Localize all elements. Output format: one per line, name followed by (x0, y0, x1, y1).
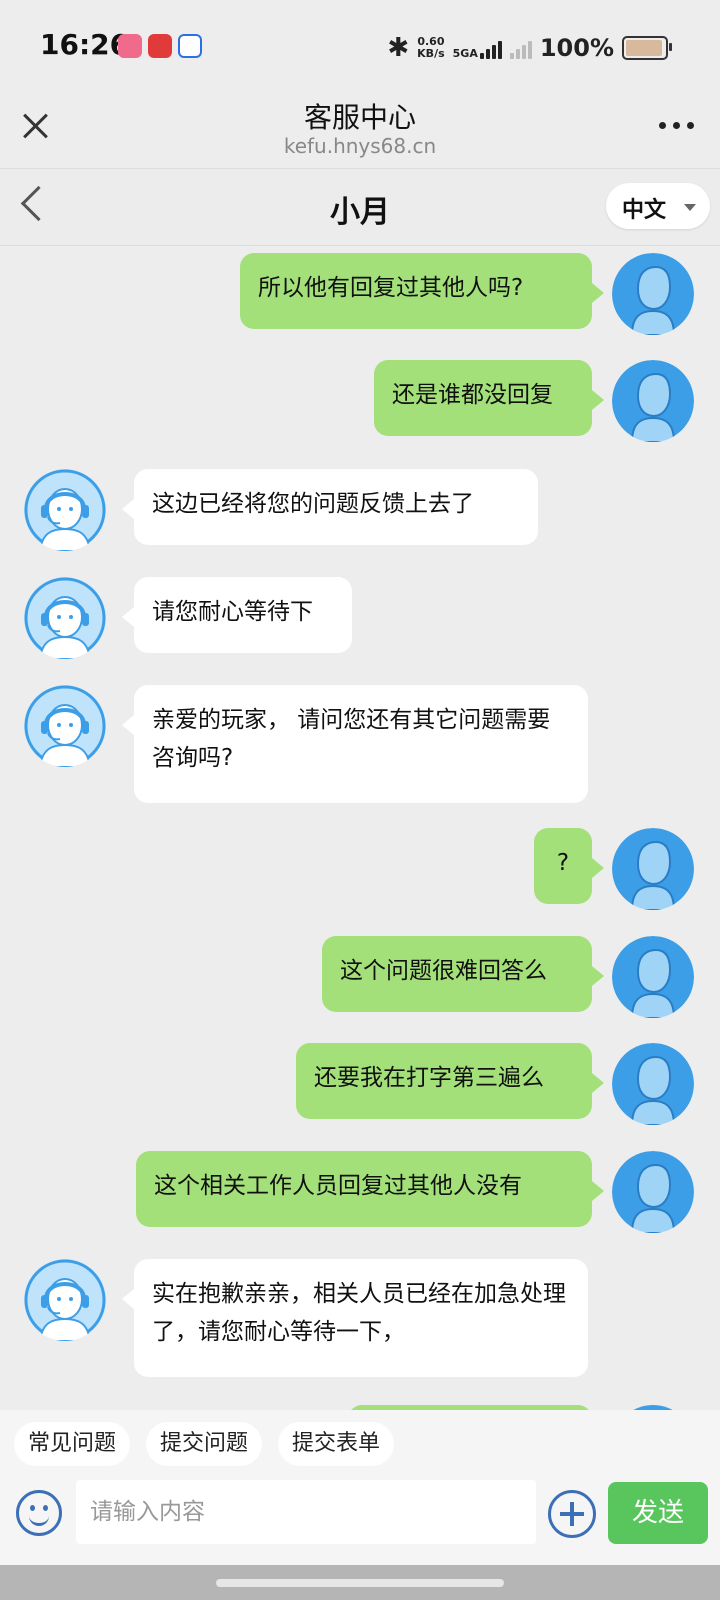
user-avatar-icon (612, 253, 694, 335)
language-selector[interactable]: 中文 (606, 183, 710, 229)
message-bubble: 还是谁都没回复 (374, 360, 604, 436)
web-header: 客服中心 kefu.hnys68.cn (0, 96, 720, 168)
agent-avatar-icon (24, 469, 106, 551)
browser-app-icon (178, 34, 202, 58)
page-url: kefu.hnys68.cn (283, 134, 437, 158)
send-button[interactable]: 发送 (608, 1482, 708, 1544)
network-type: 5GA (452, 47, 478, 60)
message-bubble: 这边已经将您的问题反馈上去了 (122, 469, 538, 545)
chevron-down-icon (684, 204, 696, 211)
message-bubble: 请您耐心等待下 (122, 577, 352, 653)
page-title: 客服中心 (303, 101, 416, 134)
agent-avatar-icon (24, 1259, 106, 1341)
gesture-area (0, 1565, 720, 1600)
battery-percent: 100% (539, 34, 614, 62)
composer-area: 常见问题 提交问题 提交表单 发送 (0, 1410, 720, 1565)
language-label: 中文 (622, 198, 667, 223)
network-speed: 0.60 KB/s (417, 36, 444, 60)
status-indicators: ✱ 0.60 KB/s 5GA 100% (387, 30, 672, 66)
user-avatar-icon (612, 1151, 694, 1233)
network-speed-unit: KB/s (417, 47, 445, 60)
message-input[interactable] (76, 1480, 536, 1544)
signal-bars-secondary-icon (509, 37, 532, 59)
quick-submit-form-button[interactable]: 提交表单 (278, 1422, 395, 1466)
add-attachment-icon[interactable] (548, 1490, 596, 1538)
chat-header: 小月 中文 (0, 168, 720, 246)
home-indicator[interactable] (216, 1579, 504, 1587)
message-bubble: 亲爱的玩家， 请问您还有其它问题需要咨询吗? (122, 685, 588, 803)
agent-avatar-icon (24, 685, 106, 767)
quick-submit-issue-button[interactable]: 提交问题 (146, 1422, 263, 1466)
agent-avatar-icon (24, 577, 106, 659)
status-bar: 16:26 ✱ 0.60 KB/s 5GA 100% (0, 0, 720, 96)
message-bubble: 所以他有回复过其他人吗? (240, 253, 604, 329)
status-time: 16:26 (40, 28, 130, 61)
user-avatar-icon (612, 828, 694, 910)
emoji-icon[interactable] (16, 1490, 62, 1536)
quick-faq-button[interactable]: 常见问题 (14, 1422, 131, 1466)
message-bubble: 还要我在打字第三遍么 (296, 1043, 604, 1119)
message-bubble: 实在抱歉亲亲，相关人员已经在加急处理了，请您耐心等待一下， (122, 1259, 588, 1377)
message-bubble: 这个相关工作人员回复过其他人没有 (136, 1151, 604, 1227)
signal-bars-icon (479, 37, 502, 59)
user-avatar-icon (612, 1043, 694, 1125)
message-bubble: 这个问题很难回答么 (322, 936, 604, 1012)
cellular-signal: 5GA (453, 37, 502, 59)
netease-music-icon (148, 34, 172, 58)
battery-icon (622, 36, 672, 60)
more-options-button[interactable] (659, 122, 694, 129)
message-list[interactable]: 所以他有回复过其他人吗? 还是谁都没回复 这边已经将您的问题反馈上去了 请您耐心… (0, 245, 720, 1410)
user-avatar-icon (612, 360, 694, 442)
bilibili-icon (118, 34, 142, 58)
message-bubble: ? (534, 828, 604, 904)
user-avatar-icon (612, 936, 694, 1018)
bluetooth-icon: ✱ (387, 33, 410, 63)
